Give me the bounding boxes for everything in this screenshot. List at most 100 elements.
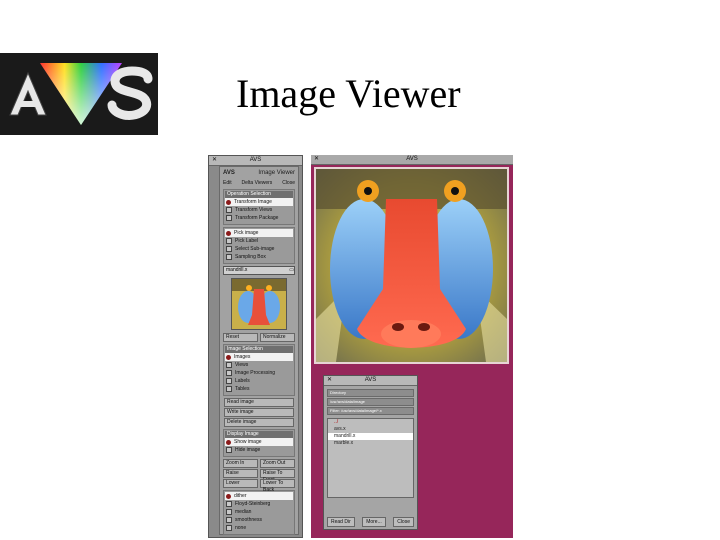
thumb-buttons: Reset Normalize: [223, 333, 295, 342]
close-button[interactable]: Close: [393, 517, 414, 527]
image-buttons: Read image Write image Delete image: [223, 398, 295, 427]
option-label: Sampling Box: [235, 254, 266, 260]
file-list-item[interactable]: mandrill.x: [328, 433, 413, 440]
option-label: Image Processing: [235, 370, 276, 376]
radio-on-icon: [226, 493, 231, 499]
option-label: Select Sub-image: [235, 246, 275, 252]
image-name-value: mandrill.x: [226, 267, 248, 273]
lower-button[interactable]: Lower: [223, 479, 258, 488]
option-label: Hide image: [235, 447, 261, 453]
zoom-in-button[interactable]: Zoom In: [223, 459, 258, 468]
checkbox-icon: [226, 246, 232, 252]
delete-image-button[interactable]: Delete image: [224, 418, 294, 427]
option-row[interactable]: Floyd-Steinberg: [225, 500, 293, 508]
option-row[interactable]: Images: [225, 353, 293, 361]
write-image-button[interactable]: Write image: [224, 408, 294, 417]
raise-buttons: Raise Raise To Front: [223, 469, 295, 483]
browser-titlebar[interactable]: ✕ AVS: [324, 376, 417, 386]
lower-to-back-button[interactable]: Lower To Back: [260, 479, 295, 493]
option-label: median: [235, 509, 252, 515]
option-label: Views: [235, 362, 249, 368]
option-row[interactable]: none: [225, 524, 293, 532]
checkbox-icon: [226, 362, 232, 368]
raise-button[interactable]: Raise: [223, 469, 258, 478]
mandrill-image[interactable]: [314, 167, 509, 364]
option-row[interactable]: Show image: [225, 438, 293, 446]
file-list-item[interactable]: marble.x: [328, 440, 413, 447]
image-thumbnail[interactable]: [231, 278, 287, 330]
checkbox-icon: [226, 207, 232, 213]
option-row[interactable]: Select Sub-image: [225, 245, 293, 253]
control-panel-body: AVS Image Viewer Edit Delta Viewers Clos…: [219, 166, 299, 535]
option-row[interactable]: Pick Label: [225, 237, 293, 245]
radio-on-icon: [226, 354, 231, 360]
checkbox-icon: [226, 215, 232, 221]
menu-edit[interactable]: Edit: [223, 179, 232, 187]
filter-field[interactable]: Filter: /usr/avs/data/image/*.x: [327, 407, 414, 415]
read-dir-button[interactable]: Read Dir: [327, 517, 355, 527]
option-label: Pick Label: [235, 238, 259, 244]
checkbox-icon: [226, 517, 232, 523]
brand-label: AVS: [223, 170, 235, 176]
window-close-icon[interactable]: ✕: [314, 155, 319, 164]
window-title: AVS: [364, 377, 377, 383]
option-row[interactable]: Hide image: [225, 446, 293, 454]
app-name: Image Viewer: [258, 170, 295, 176]
group-title: Image Selection: [225, 346, 293, 353]
slide-title: Image Viewer: [236, 71, 461, 116]
option-row[interactable]: Transform Image: [225, 198, 293, 206]
zoom-buttons: Zoom In Zoom Out: [223, 459, 295, 468]
image-window-titlebar[interactable]: ✕ AVS: [311, 155, 513, 165]
raise-to-front-button[interactable]: Raise To Front: [260, 469, 295, 483]
option-label: none: [235, 525, 247, 531]
interpolation-group: dither Floyd-Steinberg median smoothness…: [223, 490, 295, 535]
option-row[interactable]: smoothness: [225, 516, 293, 524]
panel-menubar: Edit Delta Viewers Close: [220, 179, 298, 187]
window-title: AVS: [406, 156, 418, 162]
option-label: Labels: [235, 378, 250, 384]
reset-button[interactable]: Reset: [223, 333, 258, 342]
window-title: AVS: [249, 157, 262, 163]
checkbox-icon: [226, 378, 232, 384]
file-list: ../ avs.x mandrill.x marble.x: [327, 418, 414, 498]
option-row[interactable]: Views: [225, 361, 293, 369]
checkbox-icon: [226, 386, 232, 392]
window-close-icon[interactable]: ✕: [212, 156, 217, 165]
option-row[interactable]: Image Processing: [225, 369, 293, 377]
option-row[interactable]: Sampling Box: [225, 253, 293, 261]
option-label: Show image: [234, 439, 262, 445]
menu-delta-viewers[interactable]: Delta Viewers: [242, 179, 273, 187]
option-row[interactable]: Labels: [225, 377, 293, 385]
option-row[interactable]: dither: [225, 492, 293, 500]
option-row[interactable]: Pick image: [225, 229, 293, 237]
checkbox-icon: [226, 525, 232, 531]
option-label: Transform Package: [235, 215, 279, 221]
image-selection-group: Image Selection Images Views Image Proce…: [223, 344, 295, 396]
file-list-item[interactable]: ../: [328, 419, 413, 426]
operation-selection-group: Operation Selection Transform Image Tran…: [223, 189, 295, 225]
option-row[interactable]: Tables: [225, 385, 293, 393]
window-close-icon[interactable]: ✕: [327, 376, 332, 385]
radio-on-icon: [226, 230, 231, 236]
file-list-item[interactable]: avs.x: [328, 426, 413, 433]
normalize-button[interactable]: Normalize: [260, 333, 295, 342]
directory-label: Directory: [327, 389, 414, 397]
option-row[interactable]: Transform Views: [225, 206, 293, 214]
zoom-out-button[interactable]: Zoom Out: [260, 459, 295, 468]
read-image-button[interactable]: Read image: [224, 398, 294, 407]
group-title: Display Image: [225, 431, 293, 438]
scroll-arrow-icon[interactable]: ▭: [289, 267, 294, 274]
menu-close[interactable]: Close: [282, 179, 295, 187]
option-row[interactable]: median: [225, 508, 293, 516]
option-label: Pick image: [234, 230, 259, 236]
image-name-field[interactable]: mandrill.x ▭: [223, 266, 295, 275]
lower-buttons: Lower Lower To Back: [223, 479, 295, 493]
option-row[interactable]: Transform Package: [225, 214, 293, 222]
directory-path-field[interactable]: /usr/avs/data/image: [327, 398, 414, 406]
display-image-group: Display Image Show image Hide image: [223, 429, 295, 457]
option-label: Floyd-Steinberg: [235, 501, 271, 507]
browser-buttons: Read Dir More... Close: [327, 517, 414, 527]
control-panel-titlebar[interactable]: ✕ AVS: [209, 156, 302, 166]
radio-on-icon: [226, 439, 231, 445]
more-button[interactable]: More...: [362, 517, 386, 527]
